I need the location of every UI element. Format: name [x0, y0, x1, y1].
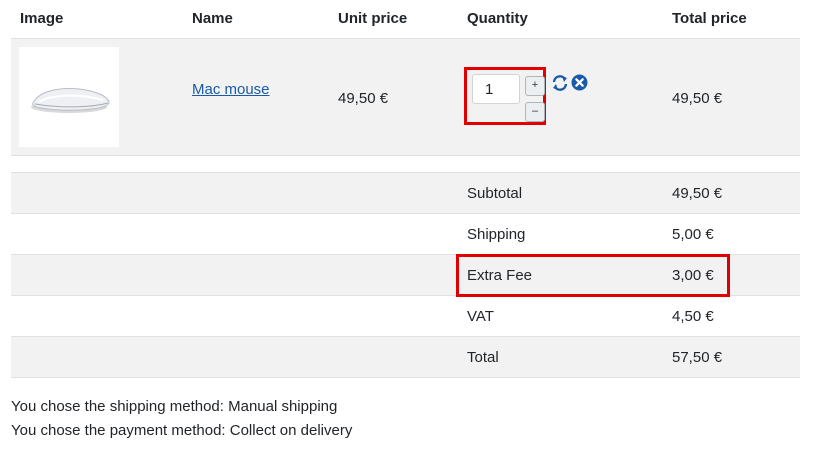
product-row: Mac mouse 49,50 € + – 49,50 € [11, 39, 800, 156]
unit-price-value: 49,50 € [338, 90, 389, 107]
subtotal-label: Subtotal [467, 185, 523, 202]
quantity-decrease-button[interactable]: – [525, 102, 545, 122]
summary-row-vat: VAT 4,50 € [11, 296, 800, 337]
summary-row-total: Total 57,50 € [11, 337, 800, 378]
quantity-highlight-box: + – [464, 67, 546, 125]
refresh-icon[interactable] [551, 74, 569, 92]
summary-row-subtotal: Subtotal 49,50 € [11, 173, 800, 214]
shipping-label: Shipping [467, 226, 526, 243]
header-image: Image [20, 10, 64, 27]
mouse-product-image [31, 88, 110, 113]
summary-row-shipping: Shipping 5,00 € [11, 214, 800, 255]
remove-circle-x-icon[interactable] [571, 74, 588, 91]
quantity-increase-button[interactable]: + [525, 76, 545, 96]
header-unit-price: Unit price [338, 10, 408, 27]
header-total-price: Total price [672, 10, 747, 27]
shipping-method-text: You chose the shipping method: Manual sh… [11, 398, 338, 415]
header-name: Name [192, 10, 233, 27]
summary-table: Subtotal 49,50 € Shipping 5,00 € Extra F… [11, 172, 800, 378]
shipping-value: 5,00 € [672, 226, 714, 243]
subtotal-value: 49,50 € [672, 185, 723, 202]
table-header-row: Image Name Unit price Quantity Total pri… [11, 0, 800, 39]
product-image[interactable] [19, 47, 119, 147]
summary-row-extra-fee: Extra Fee 3,00 € [11, 254, 800, 297]
total-label: Total [467, 349, 499, 366]
line-total-value: 49,50 € [672, 90, 723, 107]
header-quantity: Quantity [467, 10, 528, 27]
extra-fee-label: Extra Fee [467, 267, 533, 284]
payment-method-text: You chose the payment method: Collect on… [11, 422, 353, 439]
cart-table: Image Name Unit price Quantity Total pri… [11, 0, 800, 378]
total-value: 57,50 € [672, 349, 723, 366]
product-name-link[interactable]: Mac mouse [192, 81, 270, 98]
extra-fee-value: 3,00 € [672, 267, 714, 284]
quantity-input[interactable] [472, 74, 520, 104]
vat-label: VAT [467, 308, 494, 325]
vat-value: 4,50 € [672, 308, 714, 325]
